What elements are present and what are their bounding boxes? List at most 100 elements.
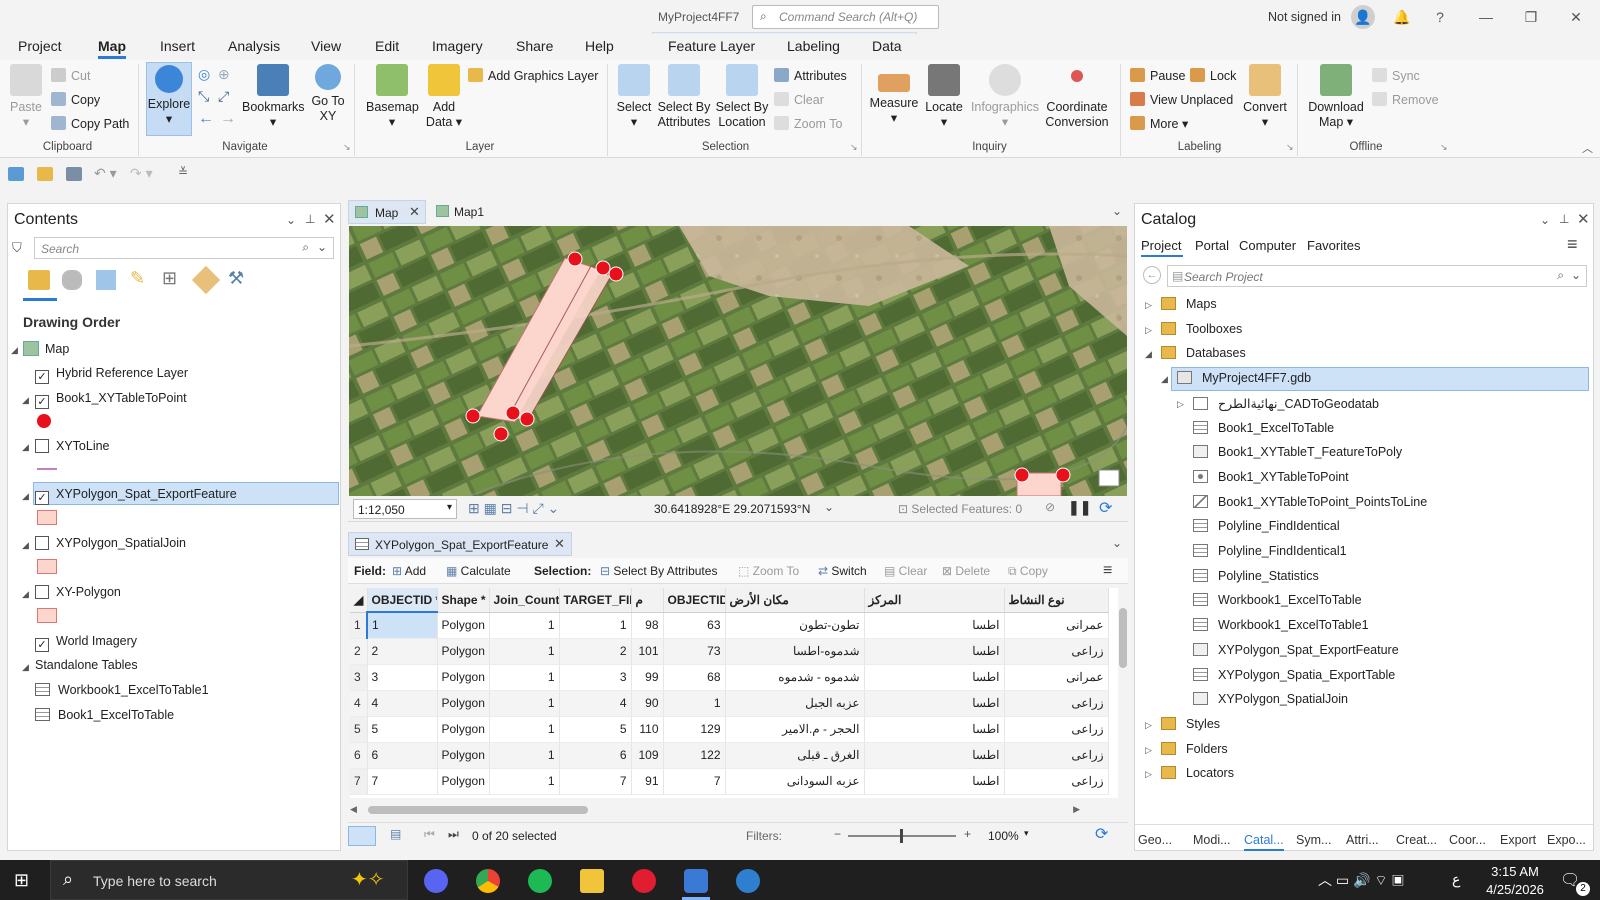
layer-checkbox[interactable] <box>35 536 49 550</box>
new-project-icon[interactable] <box>8 167 24 181</box>
collapse-icon[interactable]: ◢ <box>22 540 29 551</box>
zoom-in-fixed-icon[interactable]: ⤡ <box>198 88 209 105</box>
activity-type-cell[interactable]: زراعى <box>1004 638 1109 665</box>
pane-tab-0[interactable]: Geo... <box>1138 833 1172 847</box>
system-tray-icons[interactable]: ︿ ▭ 🔊 ⌔ ▣ <box>1318 870 1405 890</box>
help-button[interactable]: ? <box>1428 6 1452 28</box>
catalog-item-polygon-fc[interactable]: Book1_XYTableT_FeatureToPoly <box>1193 445 1402 459</box>
land-location-cell[interactable]: عزبه الجبل <box>725 690 865 717</box>
map-overview-icon[interactable] <box>1098 469 1120 487</box>
clear-selection-button[interactable]: Clear <box>774 92 824 107</box>
collapse-icon[interactable]: ◢ <box>22 395 29 406</box>
collapse-icon[interactable]: ◢ <box>22 442 29 453</box>
row-number-cell[interactable]: 1 <box>350 612 368 639</box>
catalog-item-locators[interactable]: Locators <box>1161 766 1234 780</box>
open-folder-icon[interactable] <box>37 167 53 181</box>
navigation-tools[interactable]: ◎ ⊕ ⤡ ⤢ ← → <box>198 66 238 127</box>
center-cell[interactable]: اطسا <box>864 742 1005 769</box>
column-header-center[interactable]: المركز <box>864 588 1005 613</box>
back-icon[interactable]: ← <box>1143 266 1161 284</box>
table-horizontal-scrollbar[interactable]: ◀ ▶ <box>350 804 1118 816</box>
layer-book1-xytabletopoint[interactable]: ✓ Book1_XYTableToPoint <box>35 391 187 409</box>
file-explorer-icon[interactable] <box>580 869 604 893</box>
land-location-cell[interactable]: شدموه - شدموه <box>725 664 865 691</box>
taskbar-time[interactable]: 3:15 AM <box>1480 864 1550 879</box>
dialog-launcher-icon[interactable]: ↘ <box>343 142 351 153</box>
catalog-item-table[interactable]: Workbook1_ExcelToTable1 <box>1193 618 1369 632</box>
sign-in-status[interactable]: Not signed in <box>1268 10 1341 24</box>
show-all-records-icon[interactable] <box>348 826 376 846</box>
objectid-cell[interactable]: 4 <box>367 690 438 717</box>
objectid2-cell[interactable]: 73 <box>663 638 726 665</box>
m-cell[interactable]: 109 <box>631 742 664 769</box>
zoom-slider[interactable] <box>848 829 956 843</box>
perspective-imagery-icon[interactable]: ⚒ <box>228 268 244 289</box>
objectid2-cell[interactable]: 122 <box>663 742 726 769</box>
center-cell[interactable]: اطسا <box>864 612 1005 639</box>
map-canvas[interactable] <box>349 226 1127 496</box>
copy-path-button[interactable]: Copy Path <box>51 116 129 131</box>
layer-xypolygon-spatialjoin[interactable]: XYPolygon_SpatialJoin <box>35 536 186 550</box>
chevron-down-icon[interactable]: ▾ <box>1024 828 1029 839</box>
target-fid-cell[interactable]: 6 <box>559 742 632 769</box>
fixed-zoom-icon[interactable]: ⊕ <box>218 66 230 83</box>
pane-tab-1[interactable]: Modi... <box>1193 833 1231 847</box>
calculate-field-button[interactable]: ▦ Calculate <box>446 564 511 578</box>
zoom-out-icon[interactable]: − <box>834 827 841 841</box>
polygon-symbol-icon[interactable] <box>37 608 57 623</box>
tabs-overflow-icon[interactable]: ⌄ <box>1112 536 1122 550</box>
paste-button[interactable]: Paste ▾ <box>8 64 44 130</box>
catalog-item-line-fc[interactable]: Book1_XYTableToPoint_PointsToLine <box>1193 494 1427 509</box>
m-cell[interactable]: 101 <box>631 638 664 665</box>
table-book1-exceltotable[interactable]: Book1_ExcelToTable <box>35 708 174 722</box>
data-source-icon[interactable] <box>62 270 82 290</box>
basemap-button[interactable]: Basemap ▾ <box>366 64 419 130</box>
layer-hybrid-reference[interactable]: ✓ Hybrid Reference Layer <box>35 366 188 384</box>
land-location-cell[interactable]: عزبه السودانى <box>725 768 865 795</box>
table-row[interactable]: 3 3 Polygon 1 3 99 68 شدموه - شدموه اطسا عمرانى <box>350 664 1109 691</box>
center-cell[interactable]: اطسا <box>864 690 1005 717</box>
save-icon[interactable] <box>66 167 82 181</box>
catalog-item-table[interactable]: XYPolygon_Spatia_ExportTable <box>1193 667 1395 682</box>
collapse-icon[interactable]: ◢ <box>22 491 29 502</box>
scroll-left-icon[interactable]: ◀ <box>350 804 357 815</box>
editing-view-icon[interactable]: ✎ <box>130 268 145 289</box>
layer-checkbox[interactable]: ✓ <box>35 395 49 409</box>
copy-button[interactable]: Copy <box>51 92 100 107</box>
windows-start-icon[interactable]: ⊞ <box>14 870 29 891</box>
target-fid-cell[interactable]: 2 <box>559 638 632 665</box>
restore-icon[interactable]: ❐ <box>1519 6 1543 28</box>
cut-button[interactable]: Cut <box>51 68 90 83</box>
layer-xypolygon-spat-exportfeature[interactable]: ✓ XYPolygon_Spat_ExportFeature <box>35 487 237 505</box>
m-cell[interactable]: 90 <box>631 690 664 717</box>
drawing-order-icon[interactable] <box>28 270 50 290</box>
table-copy-button[interactable]: ⧉ Copy <box>1008 564 1048 579</box>
m-cell[interactable]: 99 <box>631 664 664 691</box>
coordinate-conversion-button[interactable]: Coordinate Conversion <box>1044 64 1110 130</box>
user-avatar-icon[interactable]: 👤 <box>1351 5 1375 29</box>
column-header-objectid[interactable]: OBJECTID <box>663 588 726 613</box>
lock-labeling-button[interactable]: Lock <box>1190 68 1236 83</box>
dialog-launcher-icon[interactable]: ↘ <box>1286 142 1294 153</box>
table-zoom-to-button[interactable]: ⬚ Zoom To <box>738 564 799 578</box>
table-zoom-level[interactable]: 100% <box>988 829 1019 843</box>
column-header-activity-type[interactable]: نوع النشاط <box>1004 588 1109 613</box>
row-number-cell[interactable]: 2 <box>350 638 368 665</box>
catalog-item-feature-dataset[interactable]: نهائيةالطرح_CADToGeodatab <box>1193 396 1379 411</box>
catalog-item-table[interactable]: Workbook1_ExcelToTable <box>1193 593 1362 607</box>
shape-cell[interactable]: Polygon <box>437 768 490 795</box>
row-number-cell[interactable]: 7 <box>350 768 368 795</box>
row-number-cell[interactable]: 5 <box>350 716 368 743</box>
activity-type-cell[interactable]: عمرانى <box>1004 612 1109 639</box>
download-map-button[interactable]: Download Map ▾ <box>1306 64 1366 130</box>
shape-cell[interactable]: Polygon <box>437 638 490 665</box>
customize-toolbar-icon[interactable]: ≚ <box>178 165 188 179</box>
shape-cell[interactable]: Polygon <box>437 664 490 691</box>
shape-cell[interactable]: Polygon <box>437 742 490 769</box>
expand-icon[interactable]: ▷ <box>1145 769 1152 780</box>
zoom-to-selection-button[interactable]: Zoom To <box>774 116 842 131</box>
objectid-cell[interactable]: 2 <box>367 638 438 665</box>
tab-labeling[interactable]: Labeling <box>787 38 840 54</box>
catalog-item-folders[interactable]: Folders <box>1161 741 1228 756</box>
map-tools-icons[interactable]: ⊞ ▦ ⊟ ⊣ ⤢ ⌄ <box>468 500 559 517</box>
